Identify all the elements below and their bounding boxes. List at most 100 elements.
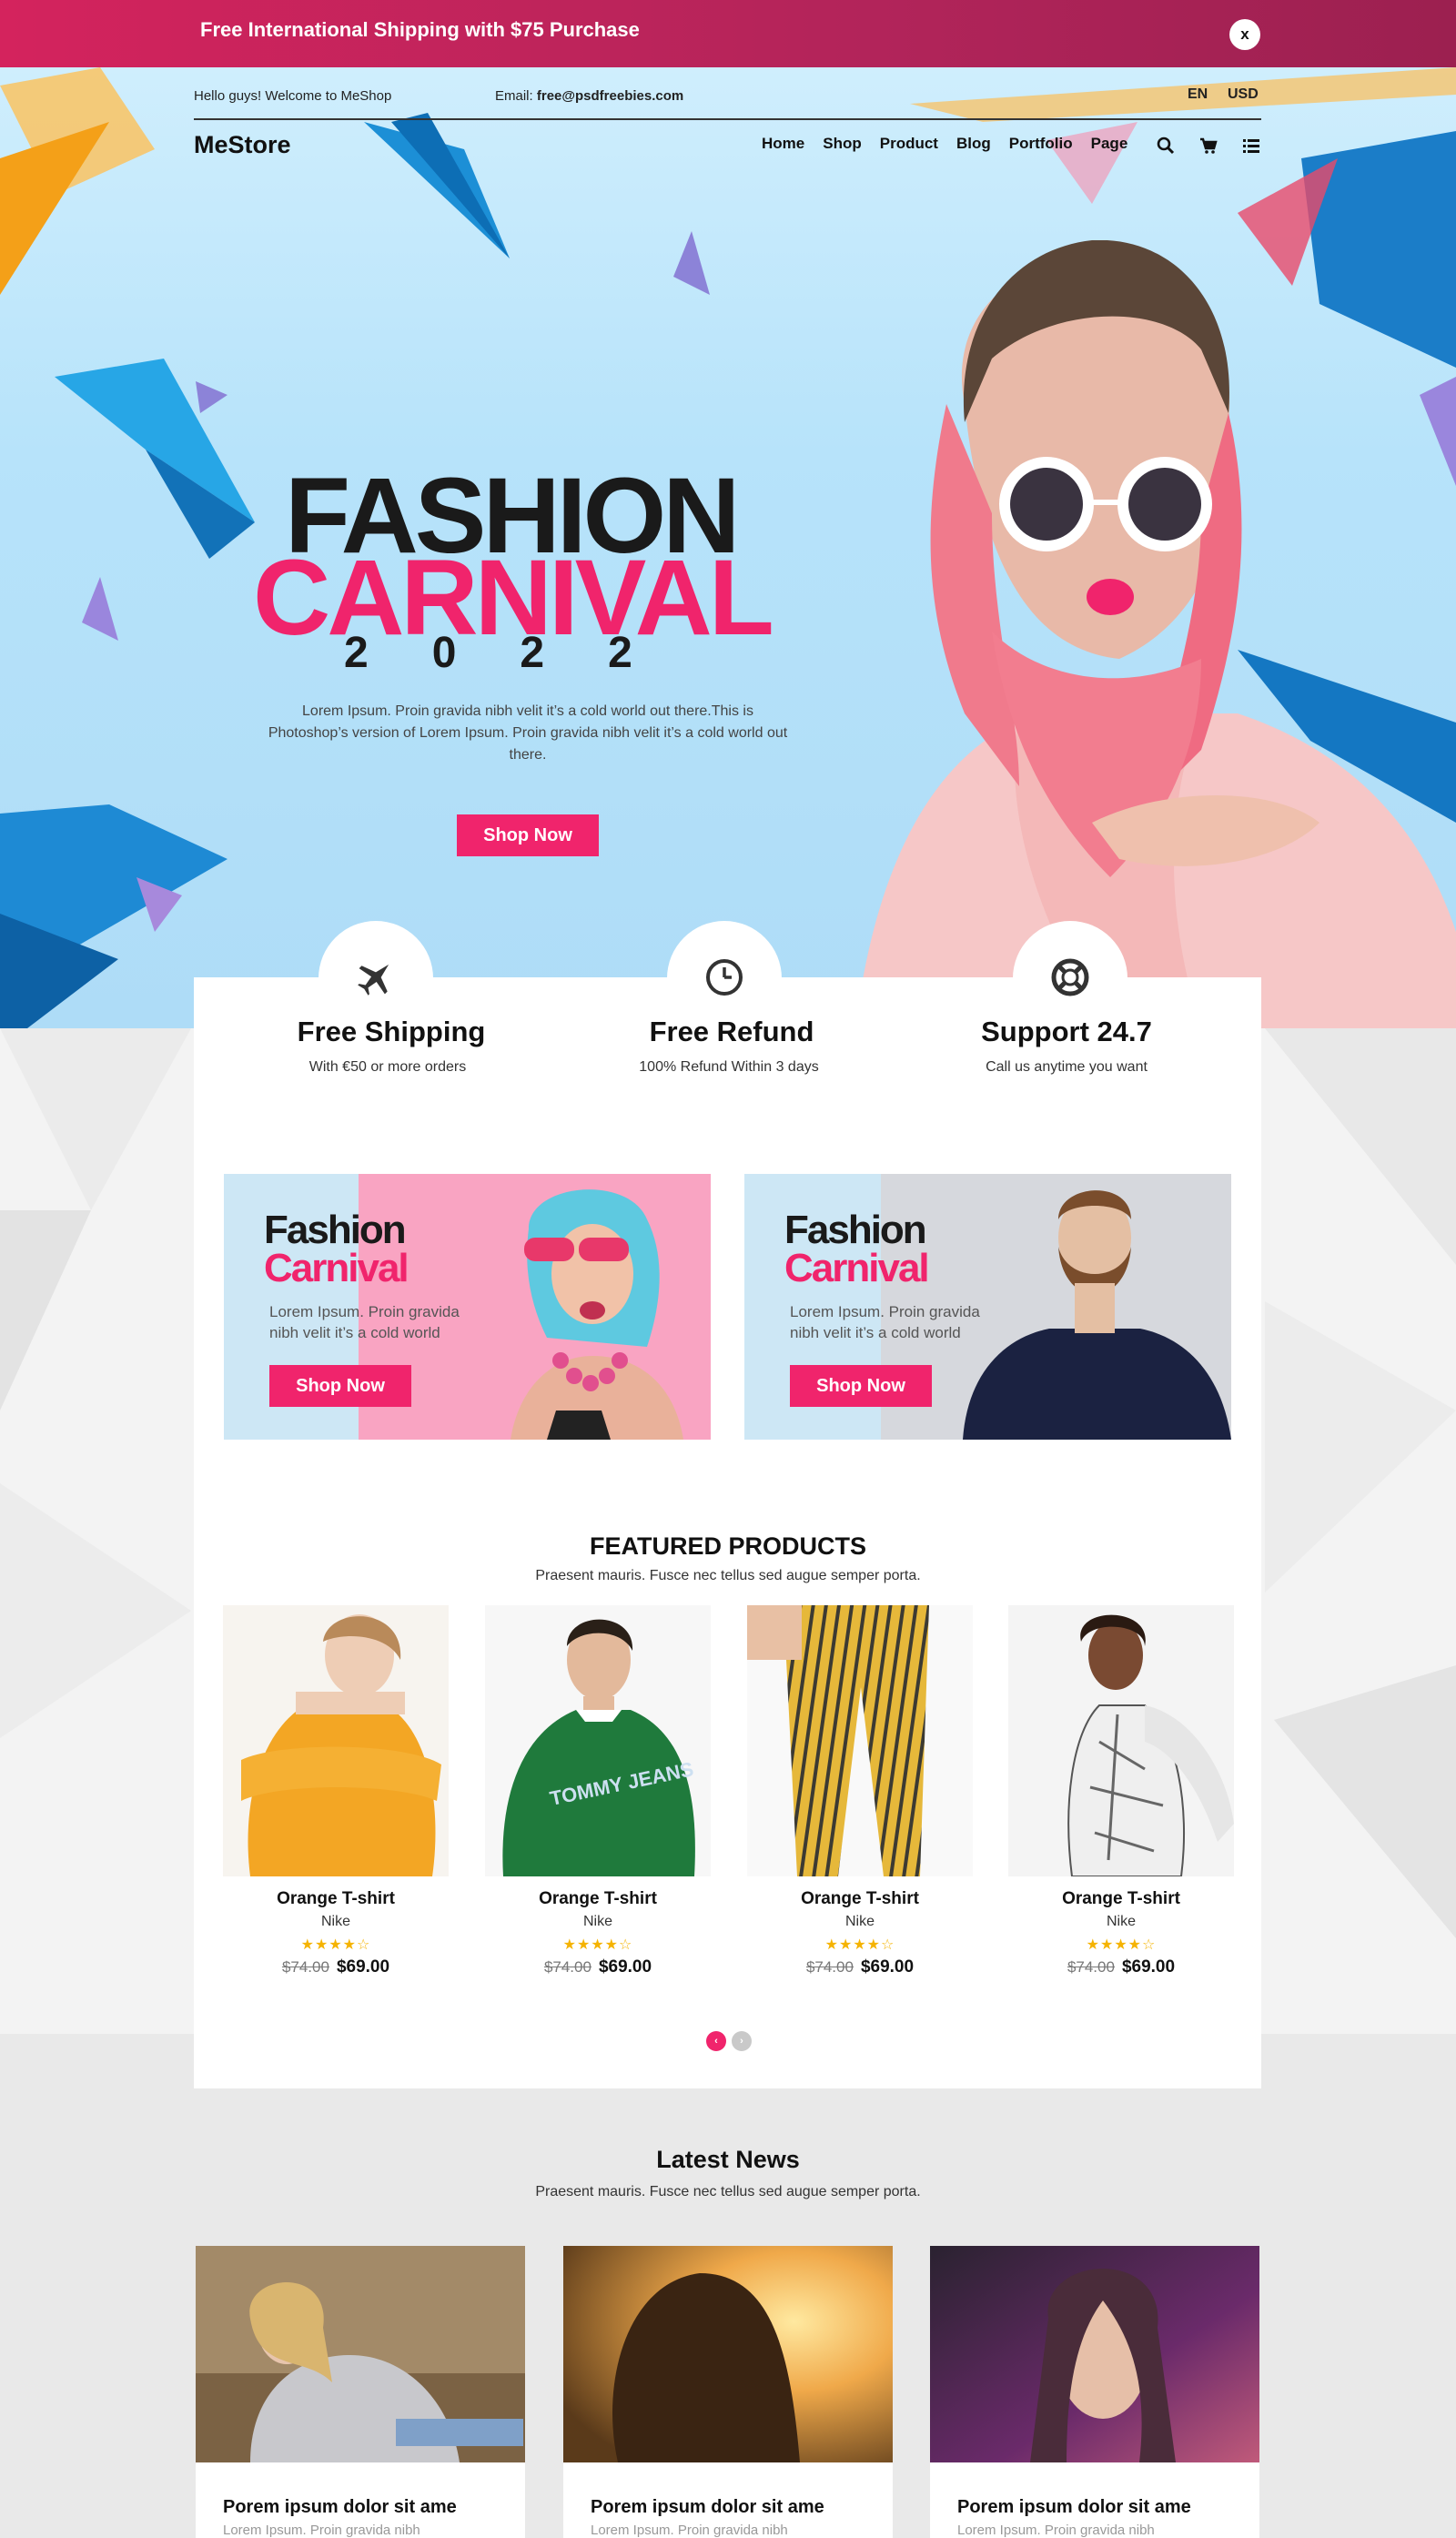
feature-subtitle-shipping: With €50 or more orders xyxy=(308,1059,467,1075)
product-prices: $74.00 $69.00 xyxy=(1008,1957,1234,1977)
lifebuoy-icon xyxy=(1051,958,1089,996)
email-info: Email: free@psdfreebies.com xyxy=(495,88,683,104)
news-card[interactable]: Porem ipsum dolor sit ame Lorem Ipsum. P… xyxy=(196,2246,525,2538)
nav-item-product[interactable]: Product xyxy=(880,135,938,153)
hero-shop-now-button[interactable]: Shop Now xyxy=(457,814,599,856)
banner-model-image xyxy=(511,1189,683,1440)
feature-subtitle-support: Call us anytime you want xyxy=(986,1059,1148,1075)
banner-right-title-line2: Carnival xyxy=(784,1246,930,1290)
old-price: $74.00 xyxy=(281,1958,329,1976)
news-photo xyxy=(930,2246,1259,2462)
product-card[interactable]: TOMMY JEANS Orange T-shirt Nike ★★★★☆ $7… xyxy=(485,1605,711,1987)
news-excerpt: Lorem Ipsum. Proin gravida nibh xyxy=(591,2523,788,2538)
rating-stars: ★★★★☆ xyxy=(824,1937,895,1953)
email-label: Email: xyxy=(495,88,533,104)
product-brand: Nike xyxy=(1106,1914,1136,1929)
banner-left-shop-now-button[interactable]: Shop Now xyxy=(269,1365,411,1407)
hero-year: 2022 xyxy=(344,629,696,677)
rating-stars: ★★★★☆ xyxy=(1086,1937,1157,1953)
product-brand: Nike xyxy=(844,1914,875,1929)
nav-item-portfolio[interactable]: Portfolio xyxy=(1009,135,1073,153)
close-icon[interactable]: x xyxy=(1229,19,1260,50)
promo-banner-left[interactable]: Fashion Carnival Lorem Ipsum. Proin grav… xyxy=(224,1174,711,1440)
banner-left-title-line2: Carnival xyxy=(264,1246,410,1290)
product-card[interactable]: Orange T-shirt Nike ★★★★☆ $74.00 $69.00 xyxy=(223,1605,449,1987)
product-prices: $74.00 $69.00 xyxy=(485,1957,711,1977)
banner-right-shop-now-button[interactable]: Shop Now xyxy=(790,1365,932,1407)
latest-news-title: Latest News xyxy=(656,2146,800,2173)
news-title[interactable]: Porem ipsum dolor sit ame xyxy=(591,2497,824,2518)
promo-banner-right[interactable]: Fashion Carnival Lorem Ipsum. Proin grav… xyxy=(744,1174,1231,1440)
product-image[interactable] xyxy=(1008,1605,1234,1876)
product-photo xyxy=(223,1605,449,1876)
banner-left-title-line1: Fashion xyxy=(264,1208,407,1252)
product-photo xyxy=(747,1605,973,1876)
product-image[interactable] xyxy=(223,1605,449,1876)
product-name[interactable]: Orange T-shirt xyxy=(485,1889,711,1909)
price: $69.00 xyxy=(598,1957,652,1977)
product-prices: $74.00 $69.00 xyxy=(223,1957,449,1977)
news-title[interactable]: Porem ipsum dolor sit ame xyxy=(957,2497,1191,2518)
news-title[interactable]: Porem ipsum dolor sit ame xyxy=(223,2497,457,2518)
featured-products-title: FEATURED PRODUCTS xyxy=(589,1532,866,1560)
product-brand: Nike xyxy=(320,1914,350,1929)
currency-selector[interactable]: USD xyxy=(1228,86,1259,103)
product-name[interactable]: Orange T-shirt xyxy=(747,1889,973,1909)
news-image[interactable] xyxy=(196,2246,525,2462)
top-info-bar: Hello guys! Welcome to MeShop Email: fre… xyxy=(194,84,1261,118)
product-image[interactable]: TOMMY JEANS xyxy=(485,1605,711,1876)
search-icon[interactable] xyxy=(1156,136,1176,156)
news-excerpt: Lorem Ipsum. Proin gravida nibh xyxy=(957,2523,1155,2538)
carousel-prev-button[interactable]: ‹ xyxy=(706,2031,726,2051)
price: $69.00 xyxy=(336,1957,390,1977)
airplane-icon xyxy=(358,964,389,996)
hero-section: FASHION CARNIVAL 2022 Lorem Ipsum. Proin… xyxy=(0,67,1456,1028)
product-photo xyxy=(1008,1605,1234,1876)
news-card[interactable]: Porem ipsum dolor sit ame Lorem Ipsum. P… xyxy=(563,2246,893,2538)
rating-stars: ★★★★☆ xyxy=(562,1937,633,1953)
nav-item-shop[interactable]: Shop xyxy=(823,135,862,153)
product-card[interactable]: Orange T-shirt Nike ★★★★☆ $74.00 $69.00 xyxy=(1008,1605,1234,1987)
news-card[interactable]: Porem ipsum dolor sit ame Lorem Ipsum. P… xyxy=(930,2246,1259,2538)
old-price: $74.00 xyxy=(543,1958,592,1976)
nav-item-home[interactable]: Home xyxy=(762,135,804,153)
clock-icon xyxy=(706,959,743,996)
news-excerpt: Lorem Ipsum. Proin gravida nibh xyxy=(223,2523,420,2538)
carousel-next-button[interactable]: › xyxy=(732,2031,752,2051)
price: $69.00 xyxy=(860,1957,915,1977)
header-divider xyxy=(194,118,1261,120)
news-image[interactable] xyxy=(563,2246,893,2462)
language-selector[interactable]: EN xyxy=(1188,86,1208,103)
banner-right-title-line1: Fashion xyxy=(784,1208,927,1252)
carousel-pager: ‹ › xyxy=(706,2031,752,2051)
feature-title-support: Support 24.7 xyxy=(981,1016,1152,1047)
news-image[interactable] xyxy=(930,2246,1259,2462)
banner-left-description: Lorem Ipsum. Proin gravida nibh velit it… xyxy=(269,1303,460,1341)
promo-bar: Free International Shipping with $75 Pur… xyxy=(0,0,1456,67)
price: $69.00 xyxy=(1121,1957,1176,1977)
news-photo xyxy=(563,2246,893,2462)
old-price: $74.00 xyxy=(1067,1958,1115,1976)
list-menu-icon[interactable] xyxy=(1241,136,1261,156)
latest-news-subtitle: Praesent mauris. Fusce nec tellus sed au… xyxy=(535,2184,921,2199)
feature-title-refund: Free Refund xyxy=(649,1016,814,1047)
nav-item-page[interactable]: Page xyxy=(1091,135,1128,153)
product-prices: $74.00 $69.00 xyxy=(747,1957,973,1977)
featured-products-subtitle: Praesent mauris. Fusce nec tellus sed au… xyxy=(535,1568,921,1583)
nav-item-blog[interactable]: Blog xyxy=(956,135,991,153)
promo-text: Free International Shipping with $75 Pur… xyxy=(200,18,640,41)
old-price: $74.00 xyxy=(805,1958,854,1976)
main-nav: MeStore Home Shop Product Blog Portfolio… xyxy=(194,127,1261,169)
hero-model-image xyxy=(855,240,1456,1028)
product-brand: Nike xyxy=(582,1914,612,1929)
product-name[interactable]: Orange T-shirt xyxy=(1008,1889,1234,1909)
rating-stars: ★★★★☆ xyxy=(300,1937,371,1953)
welcome-text: Hello guys! Welcome to MeShop xyxy=(194,88,392,104)
email-link[interactable]: free@psdfreebies.com xyxy=(537,88,683,104)
logo[interactable]: MeStore xyxy=(194,131,291,159)
feature-title-shipping: Free Shipping xyxy=(297,1016,486,1047)
product-image[interactable] xyxy=(747,1605,973,1876)
cart-icon[interactable] xyxy=(1198,136,1218,156)
product-name[interactable]: Orange T-shirt xyxy=(223,1889,449,1909)
product-card[interactable]: Orange T-shirt Nike ★★★★☆ $74.00 $69.00 xyxy=(747,1605,973,1987)
